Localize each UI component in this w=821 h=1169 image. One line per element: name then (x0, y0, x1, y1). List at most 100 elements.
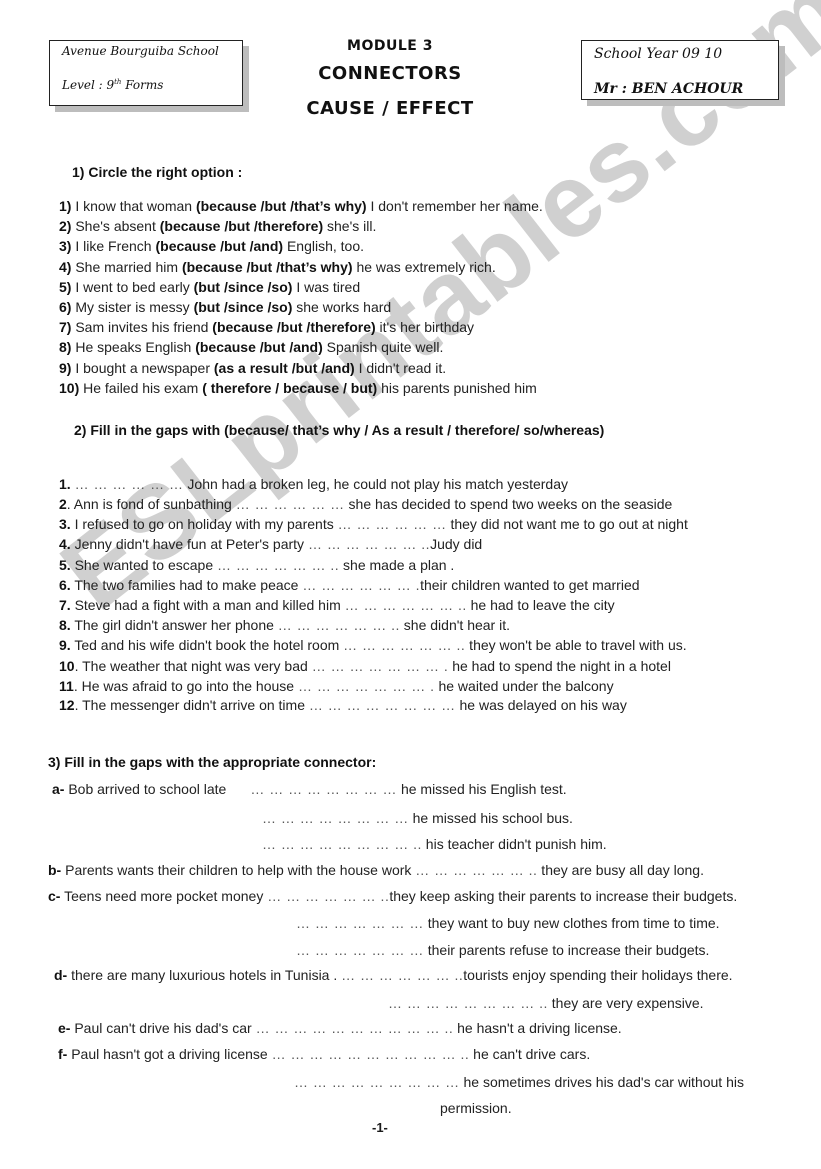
item-number: 9) (59, 360, 72, 376)
gap-blank[interactable]: … … … … … … .. (217, 557, 339, 573)
gap-blank[interactable]: … … … … … … … … … … .. (256, 1020, 454, 1036)
exercise2-item: 12. The messenger didn't arrive on time … (59, 697, 627, 713)
gap-blank[interactable]: … … … … … … … … (250, 781, 397, 797)
exercise2-item: 6. The two families had to make peace … … (59, 577, 640, 593)
option-choices[interactable]: (because /but /and) (195, 339, 323, 355)
option-choices[interactable]: (because /but /that’s why) (182, 259, 353, 275)
item-text-after: I don't remember her name. (366, 198, 543, 214)
item-text-before: My sister is messy (71, 299, 194, 315)
item-text-after: I didn't read it. (354, 360, 447, 376)
item-text-after: she made a plan . (339, 557, 455, 573)
teacher-name: Mr : BEN ACHOUR (594, 81, 744, 97)
item-text-after: he had to spend the night in a hotel (448, 658, 671, 674)
gap-blank[interactable]: … … … … … … … … (262, 810, 409, 826)
item-text-before: . He was afraid to go into the house (73, 678, 298, 694)
item-text-before: Teens need more pocket money (60, 888, 268, 904)
exercise1-item: 8) He speaks English (because /but /and)… (59, 339, 443, 355)
item-number: 2 (59, 496, 67, 512)
exercise3-line: b- Parents wants their children to help … (48, 862, 704, 878)
option-choices[interactable]: (because /but /that’s why) (196, 198, 367, 214)
item-number: 10) (59, 380, 80, 396)
item-text-before: . The messenger didn't arrive on time (74, 697, 309, 713)
option-choices[interactable]: (because /but /therefore) (160, 218, 323, 234)
gap-blank[interactable]: … … … … … … … … .. (388, 995, 548, 1011)
item-text-after: she works hard (292, 299, 392, 315)
option-choices[interactable]: (because /but /therefore) (212, 319, 375, 335)
exercise2-item: 5. She wanted to escape … … … … … … .. s… (59, 557, 454, 573)
gap-blank[interactable]: … … … … … … (338, 516, 447, 532)
exercise2-item: 10. The weather that night was very bad … (59, 658, 671, 674)
exercise1-item: 3) I like French (because /but /and) Eng… (59, 238, 364, 254)
item-text-before: Paul can't drive his dad's car (70, 1020, 256, 1036)
gap-blank[interactable]: … … … … … … .. (308, 536, 430, 552)
item-text-after: she has decided to spend two weeks on th… (344, 496, 673, 512)
gap-blank[interactable]: … … … … … … . (302, 577, 420, 593)
option-choices[interactable]: (as a result /but /and) (214, 360, 355, 376)
item-text-after: he was extremely rich. (352, 259, 496, 275)
item-text-before: . Ann is fond of sunbathing (66, 496, 236, 512)
item-number: 3) (59, 238, 72, 254)
item-text-after: they won't be able to travel with us. (465, 637, 687, 653)
option-choices[interactable]: (but /since /so) (194, 279, 293, 295)
item-text-before: She married him (71, 259, 182, 275)
level-label: Level : 9th Forms (62, 78, 163, 92)
gap-blank[interactable]: … … … … … … … … … (294, 1074, 460, 1090)
item-text-after: Judy did (430, 536, 483, 552)
exercise1-item: 1) I know that woman (because /but /that… (59, 198, 543, 214)
item-text-after: they are busy all day long. (537, 862, 704, 878)
exercise2-item: 3. I refused to go on holiday with my pa… (59, 516, 688, 532)
item-text-after: they are very expensive. (547, 995, 704, 1011)
option-choices[interactable]: (because /but /and) (155, 238, 283, 254)
gap-blank[interactable]: … … … … … … … (296, 915, 424, 931)
item-number: 12 (59, 697, 75, 713)
exercise2-item: 9. Ted and his wife didn't book the hote… (59, 637, 687, 653)
option-choices[interactable]: ( therefore / because / but) (202, 380, 377, 396)
exercise3-line: … … … … … … … … he missed his school bus… (262, 810, 573, 826)
item-number: 4. (59, 536, 71, 552)
gap-blank[interactable]: … … … … … … .. (267, 888, 389, 904)
exercise1-item: 9) I bought a newspaper (as a result /bu… (59, 360, 446, 376)
gap-blank[interactable]: … … … … … … … … .. (262, 836, 422, 852)
page-title: CONNECTORS (318, 63, 462, 84)
page-subtitle: CAUSE / EFFECT (306, 98, 474, 119)
item-text-after: their children wanted to get married (420, 577, 640, 593)
item-text-after: she's ill. (323, 218, 377, 234)
gap-blank[interactable]: … … … … … … .. (345, 597, 467, 613)
gap-blank[interactable]: … … … … … … … . (298, 678, 435, 694)
item-number: 8. (59, 617, 71, 633)
gap-blank[interactable]: … … … … … … … (296, 942, 424, 958)
gap-blank[interactable]: … … … … … … … … … … .. (272, 1046, 470, 1062)
exercise2-item: 2. Ann is fond of sunbathing … … … … … …… (59, 496, 672, 512)
item-number: 1) (59, 198, 72, 214)
exercise2-item: 7. Steve had a fight with a man and kill… (59, 597, 615, 613)
gap-blank[interactable]: … … … … … … .. (278, 617, 400, 633)
section2-heading: 2) Fill in the gaps with (because/ that’… (74, 422, 605, 438)
item-text-after: tourists enjoy spending their holidays t… (463, 967, 733, 983)
item-text-before: Ted and his wife didn't book the hotel r… (70, 637, 344, 653)
item-text-after: he waited under the balcony (434, 678, 614, 694)
gap-blank[interactable]: … … … … … … (236, 496, 345, 512)
item-text-before: Steve had a fight with a man and killed … (70, 597, 345, 613)
item-text-after: he had to leave the city (466, 597, 615, 613)
item-number: 4) (59, 259, 72, 275)
section3-heading: 3) Fill in the gaps with the appropriate… (48, 754, 377, 770)
item-text-after: permission. (440, 1100, 512, 1116)
item-label: f- (58, 1046, 68, 1062)
gap-blank[interactable]: … … … … … … … . (312, 658, 449, 674)
school-year: School Year 09 10 (594, 46, 723, 62)
gap-blank[interactable]: … … … … … … .. (415, 862, 537, 878)
item-text-before: She's absent (71, 218, 160, 234)
gap-blank[interactable]: … … … … … … (75, 476, 184, 492)
item-number: 6) (59, 299, 72, 315)
item-text-before: Paul hasn't got a driving license (67, 1046, 272, 1062)
module-label: MODULE 3 (347, 38, 433, 54)
gap-blank[interactable]: … … … … … … … … (309, 697, 456, 713)
item-number: 5) (59, 279, 72, 295)
item-label: c- (48, 888, 61, 904)
gap-blank[interactable]: … … … … … … .. (341, 967, 463, 983)
gap-blank[interactable]: … … … … … … .. (343, 637, 465, 653)
exercise1-item: 5) I went to bed early (but /since /so) … (59, 279, 360, 295)
option-choices[interactable]: (but /since /so) (194, 299, 293, 315)
item-text-before: I went to bed early (71, 279, 194, 295)
item-text-before: I know that woman (71, 198, 196, 214)
